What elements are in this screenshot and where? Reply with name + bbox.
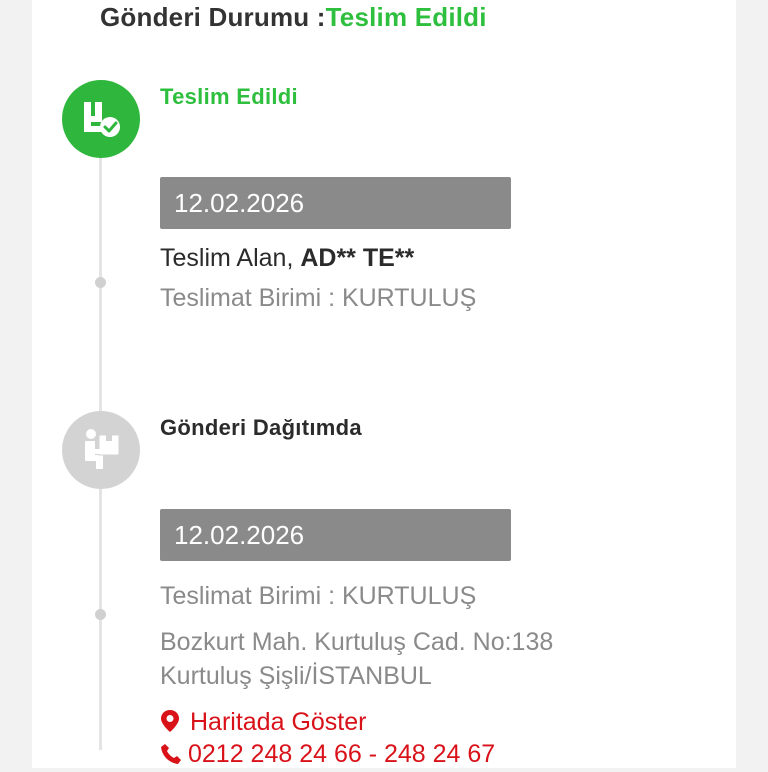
address-line-1: Bozkurt Mah. Kurtuluş Cad. No:138 xyxy=(160,628,554,656)
show-on-map-link[interactable]: Haritada Göster xyxy=(160,708,366,740)
phone-number: 0212 248 24 66 - 248 24 67 xyxy=(188,740,496,768)
timeline-dot xyxy=(95,609,106,620)
step-date: 12.02.2026 xyxy=(160,509,511,561)
shipment-status-header: Gönderi Durumu :Teslim Edildi xyxy=(100,2,487,33)
receiver-info: Teslim Alan, AD** TE** xyxy=(160,244,414,273)
step-title-out-for-delivery: Gönderi Dağıtımda xyxy=(160,415,362,440)
courier-carrying-box-icon xyxy=(62,411,140,489)
step-date: 12.02.2026 xyxy=(160,177,511,229)
step-title-delivered: Teslim Edildi xyxy=(160,84,298,109)
delivery-unit: Teslimat Birimi : KURTULUŞ xyxy=(160,582,477,610)
show-on-map-label: Haritada Göster xyxy=(190,708,367,736)
delivery-unit: Teslimat Birimi : KURTULUŞ xyxy=(160,284,477,312)
status-value: Teslim Edildi xyxy=(325,2,487,32)
map-pin-icon xyxy=(160,709,180,740)
address-line-2: Kurtuluş Şişli/İSTANBUL xyxy=(160,662,432,690)
delivered-box-check-icon xyxy=(62,80,140,158)
receiver-label: Teslim Alan, xyxy=(160,244,294,272)
phone-link[interactable]: 0212 248 24 66 - 248 24 67 xyxy=(160,740,495,772)
receiver-name: AD** TE** xyxy=(300,244,415,272)
timeline-dot xyxy=(95,277,106,288)
status-label: Gönderi Durumu : xyxy=(100,2,326,32)
